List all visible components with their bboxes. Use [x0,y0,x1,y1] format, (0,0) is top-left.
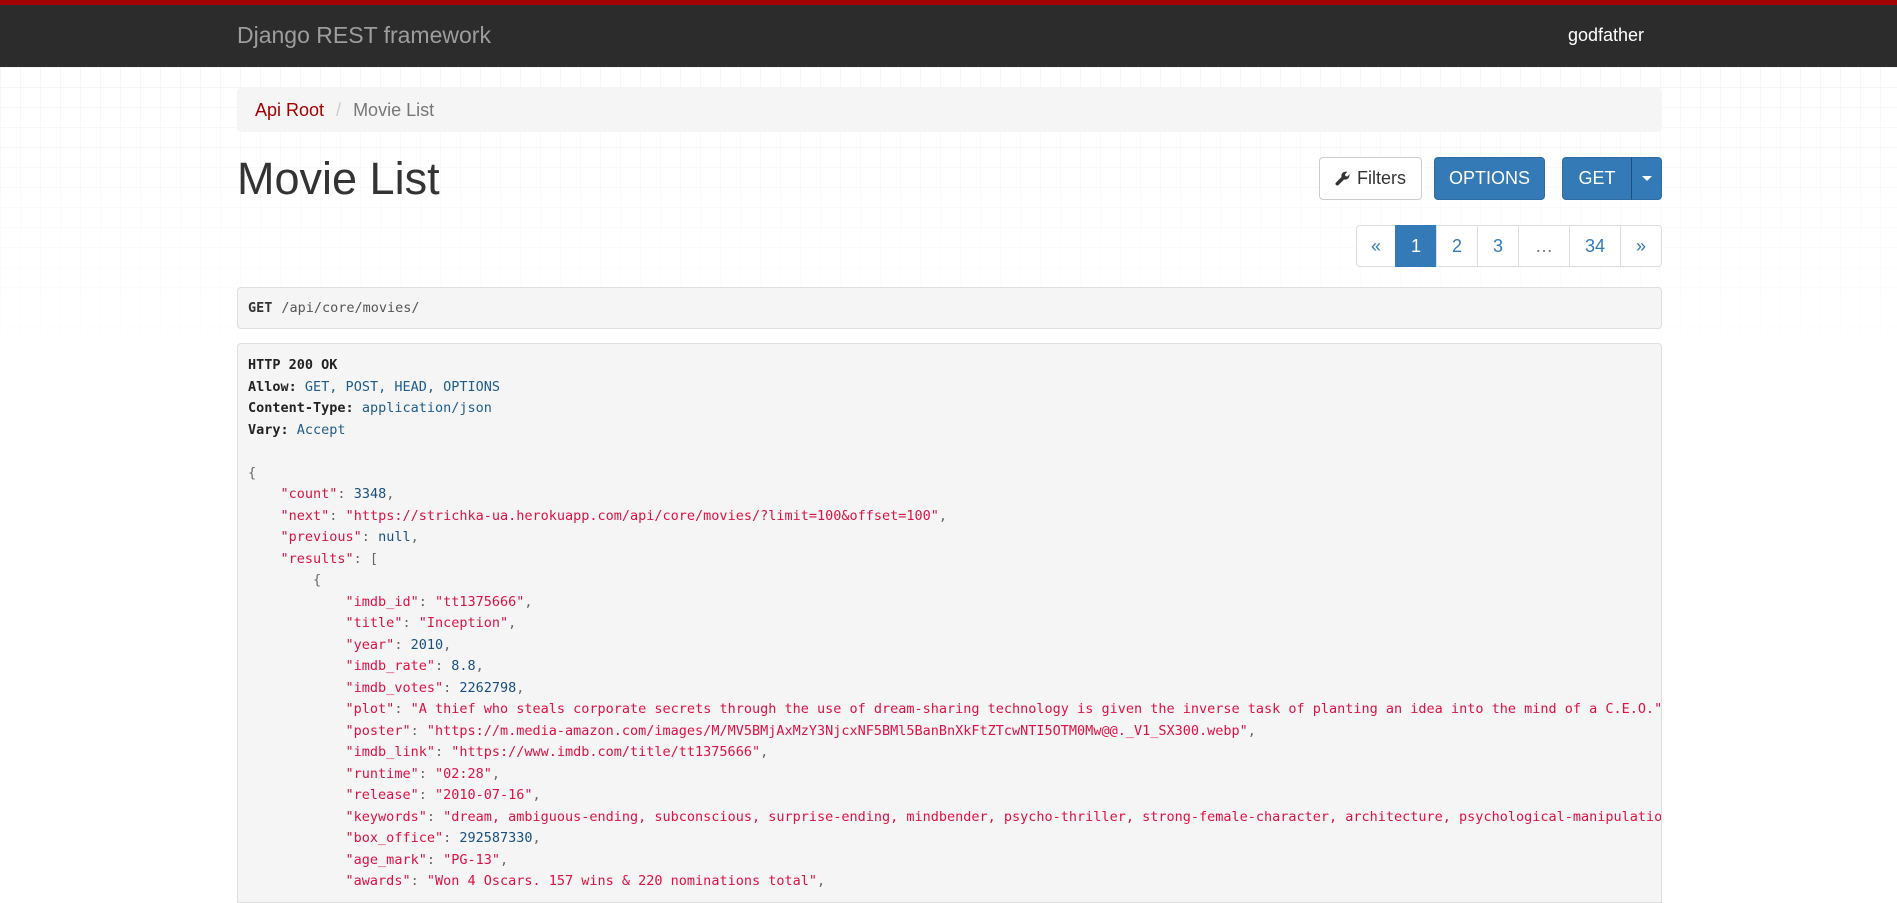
get-button[interactable]: GET [1562,157,1632,200]
breadcrumb-current: Movie List [353,99,435,120]
json-results: "results": [ [280,550,379,567]
json-count: "count": 3348, [280,486,395,502]
top-navbar: Django REST framework godfather [0,0,1897,67]
pagination: « 1 2 3 … 34 » [1356,225,1662,267]
json-imdb-link: "imdb_link": "https://www.imdb.com/title… [345,744,769,760]
pagination-ellipsis: … [1518,225,1570,267]
request-path: /api/core/movies/ [281,300,420,316]
user-menu[interactable]: godfather [1568,25,1644,46]
request-info: GET /api/core/movies/ [237,287,1662,329]
pagination-next[interactable]: » [1620,225,1662,267]
breadcrumb-separator: / [336,99,342,120]
options-button[interactable]: OPTIONS [1434,157,1545,200]
pagination-page-2[interactable]: 2 [1436,225,1478,267]
page-title: Movie List [237,153,440,204]
pagination-prev[interactable]: « [1356,225,1396,267]
filters-button[interactable]: Filters [1319,157,1422,200]
json-keywords: "keywords": "dream, ambiguous-ending, su… [345,808,1662,825]
request-method: GET [248,300,273,316]
pagination-page-last[interactable]: 34 [1569,225,1621,267]
json-imdb-id: "imdb_id": "tt1375666", [345,593,533,610]
get-format-dropdown[interactable] [1631,157,1662,200]
json-imdb-votes: "imdb_votes": 2262798, [345,679,525,696]
json-previous: "previous": null, [280,529,419,545]
json-open-brace: { [248,464,257,481]
breadcrumb-api-root[interactable]: Api Root [255,100,324,121]
filters-label: Filters [1357,168,1406,188]
brand-link[interactable]: Django REST framework [237,22,491,49]
json-awards: "awards": "Won 4 Oscars. 157 wins & 220 … [345,873,826,889]
pagination-page-1[interactable]: 1 [1395,225,1437,267]
breadcrumb: Api Root / Movie List [237,88,1662,132]
response-header-allow: Allow: GET, POST, HEAD, OPTIONS [248,378,500,395]
pagination-page-3[interactable]: 3 [1477,225,1519,267]
response-header-vary: Vary: Accept [248,421,346,438]
json-year: "year": 2010, [345,636,452,653]
caret-down-icon [1641,176,1652,181]
json-imdb-rate: "imdb_rate": 8.8, [345,658,484,674]
json-poster: "poster": "https://m.media-amazon.com/im… [345,722,1256,739]
json-box-office: "box_office": 292587330, [345,830,541,846]
json-result-open: { [313,572,322,588]
json-age-mark: "age_mark": "PG-13", [345,851,509,868]
response-content: HTTP 200 OK Allow: GET, POST, HEAD, OPTIO… [237,343,1662,903]
json-runtime: "runtime": "02:28", [345,765,501,782]
json-title: "title": "Inception", [345,615,517,631]
wrench-icon [1335,171,1350,186]
response-header-content-type: Content-Type: application/json [248,400,492,416]
json-next: "next": "https://strichka-ua.herokuapp.c… [280,507,948,524]
json-release: "release": "2010-07-16", [345,787,541,803]
json-plot: "plot": "A thief who steals corporate se… [345,701,1662,717]
response-status: HTTP 200 OK [248,357,338,373]
